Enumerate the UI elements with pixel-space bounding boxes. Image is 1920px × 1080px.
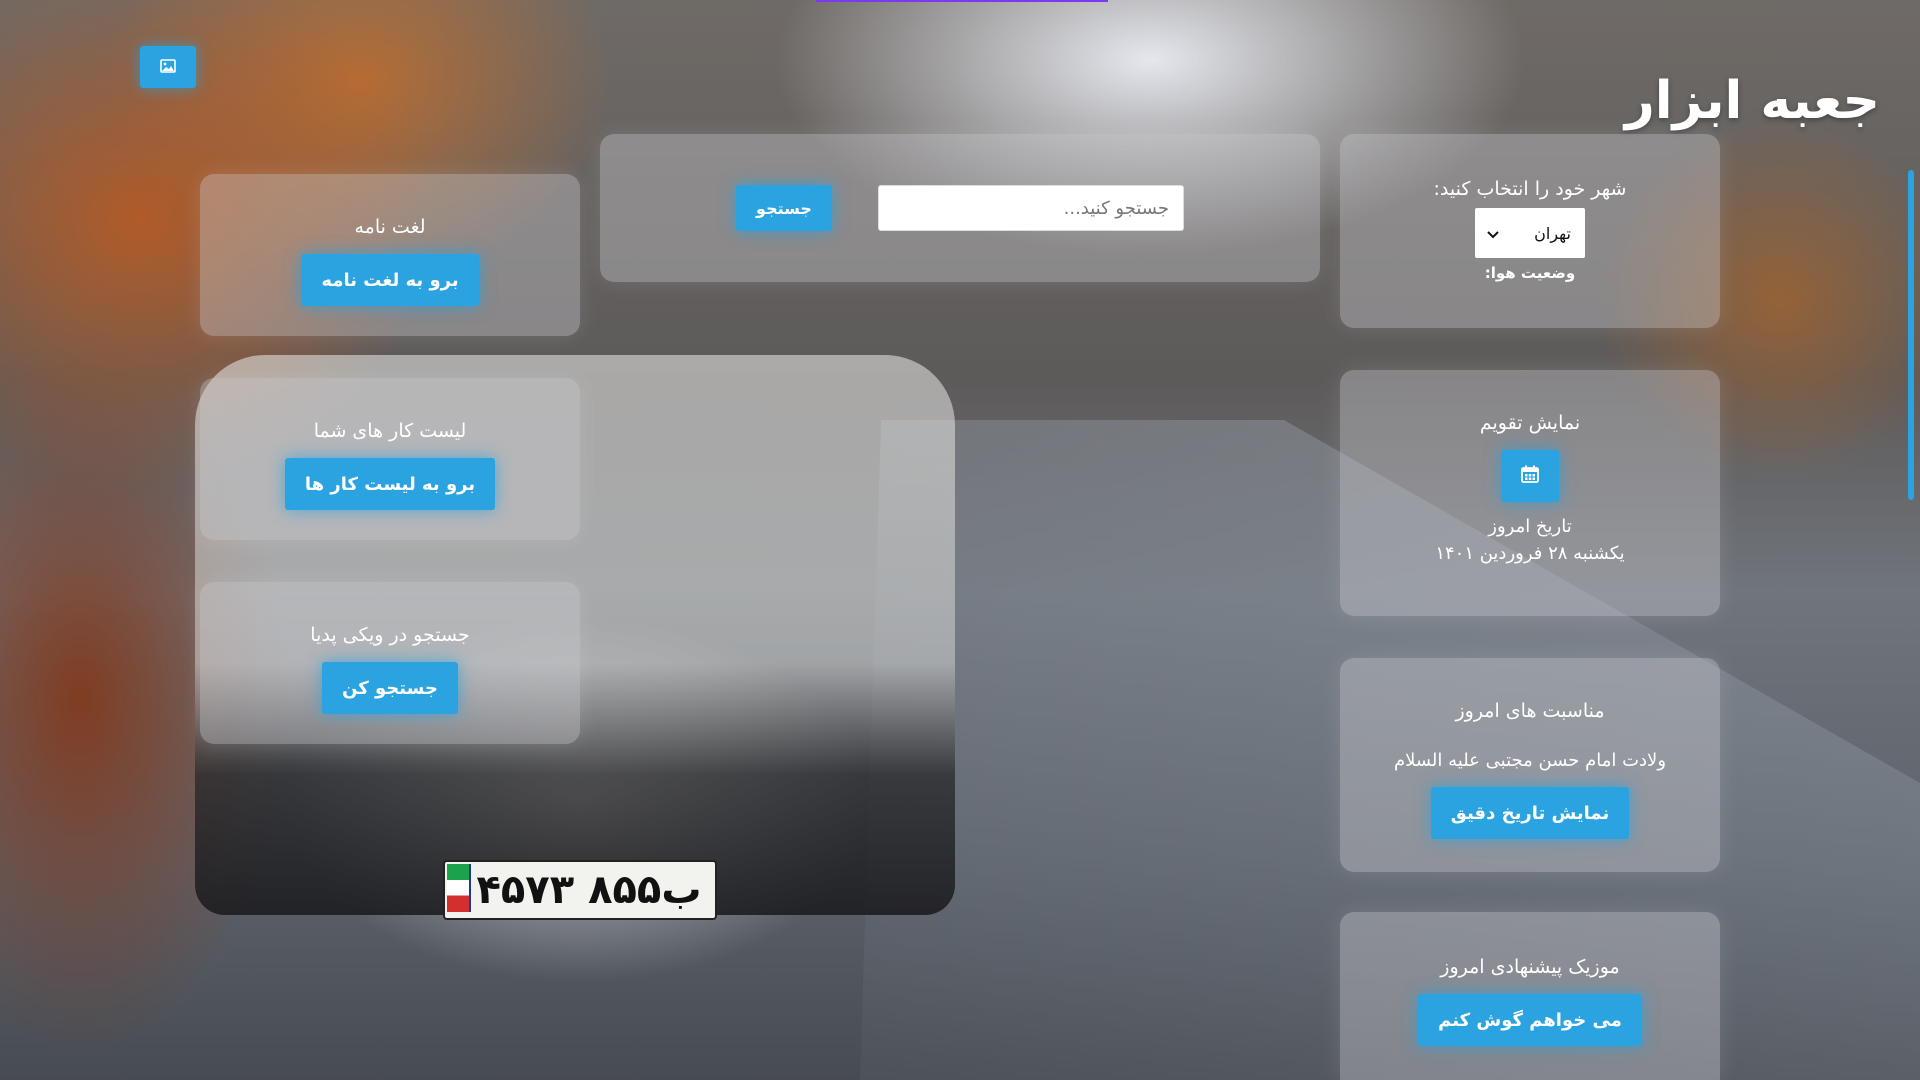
music-title: موزیک پیشنهادی امروز bbox=[1440, 956, 1620, 978]
occasion-text: ولادت امام حسن مجتبی علیه السلام bbox=[1393, 750, 1667, 771]
today-date: یکشنبه ۲۸ فروردین ۱۴۰۱ bbox=[1435, 543, 1625, 564]
dictionary-card: لغت نامه برو به لغت نامه bbox=[200, 174, 580, 336]
calendar-title: نمایش تقویم bbox=[1479, 412, 1581, 434]
plate-text: ۴۵ب۸۵۵ ۷۳ bbox=[476, 867, 702, 913]
wikipedia-card: جستجو در ویکی پدیا جستجو کن bbox=[200, 582, 580, 744]
show-calendar-button[interactable] bbox=[1501, 450, 1559, 502]
todo-title: لیست کار های شما bbox=[313, 420, 467, 442]
top-accent-bar bbox=[816, 0, 1108, 2]
show-exact-date-button[interactable]: نمایش تاریخ دقیق bbox=[1430, 787, 1630, 839]
weather-card: شهر خود را انتخاب کنید: تهران وضعیت هوا: bbox=[1340, 134, 1720, 328]
search-input[interactable] bbox=[877, 185, 1184, 231]
calendar-card: نمایش تقویم تاریخ امروز یکشنبه ۲۸ فروردی… bbox=[1340, 370, 1720, 616]
plate-flag bbox=[447, 864, 471, 912]
image-icon bbox=[160, 58, 176, 76]
city-select-value: تهران bbox=[1534, 223, 1571, 243]
listen-music-button[interactable]: می خواهم گوش کنم bbox=[1418, 994, 1642, 1046]
today-label: تاریخ امروز bbox=[1488, 516, 1572, 537]
page-title: جعبه ابزار bbox=[1624, 70, 1880, 131]
todo-card: لیست کار های شما برو به لیست کار ها bbox=[200, 378, 580, 540]
music-card: موزیک پیشنهادی امروز می خواهم گوش کنم bbox=[1340, 912, 1720, 1080]
search-button[interactable]: جستجو bbox=[736, 185, 832, 231]
scrollbar-thumb[interactable] bbox=[1908, 170, 1914, 500]
calendar-icon bbox=[1521, 465, 1539, 488]
weather-status: وضعیت هوا: bbox=[1484, 264, 1576, 282]
license-plate: ۴۵ب۸۵۵ ۷۳ bbox=[443, 860, 717, 920]
wikipedia-title: جستجو در ویکی پدیا bbox=[310, 624, 470, 646]
wikipedia-search-button[interactable]: جستجو کن bbox=[322, 662, 458, 714]
go-to-todo-button[interactable]: برو به لیست کار ها bbox=[284, 458, 496, 510]
occasions-title: مناسبت های امروز bbox=[1455, 700, 1605, 722]
city-prompt: شهر خود را انتخاب کنید: bbox=[1433, 178, 1627, 200]
occasions-card: مناسبت های امروز ولادت امام حسن مجتبی عل… bbox=[1340, 658, 1720, 872]
go-to-dictionary-button[interactable]: برو به لغت نامه bbox=[301, 254, 479, 306]
change-background-button[interactable] bbox=[140, 46, 196, 88]
chevron-down-icon bbox=[1487, 224, 1499, 243]
search-card: جستجو bbox=[600, 134, 1320, 282]
city-select[interactable]: تهران bbox=[1475, 208, 1585, 258]
dictionary-title: لغت نامه bbox=[354, 216, 426, 238]
